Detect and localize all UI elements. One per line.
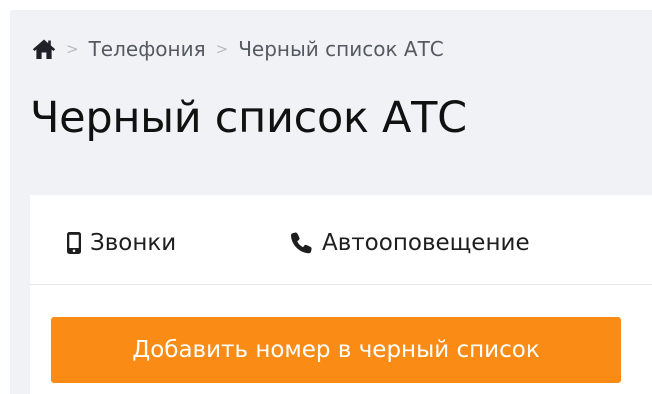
mobile-phone-icon-graphic xyxy=(67,232,81,254)
blacklist-card: Звонки Автооповещение Добавить номер в ч… xyxy=(30,195,652,394)
page-title: Черный список АТС xyxy=(30,93,467,143)
mobile-phone-icon xyxy=(66,231,82,255)
breadcrumb-item-current: Черный список АТС xyxy=(238,37,444,61)
home-icon[interactable] xyxy=(32,38,56,60)
tab-calls[interactable]: Звонки xyxy=(66,225,176,261)
breadcrumb-item-telephony[interactable]: Телефония xyxy=(89,37,206,61)
phone-handset-icon xyxy=(288,230,314,256)
tab-auto-notification-label: Автооповещение xyxy=(322,230,530,256)
breadcrumb-separator: > xyxy=(66,40,79,58)
breadcrumb-separator: > xyxy=(215,40,229,58)
page-content: > Телефония > Черный список АТС Черный с… xyxy=(10,10,652,394)
phone-handset-icon-graphic xyxy=(290,232,312,254)
home-icon-graphic xyxy=(32,39,56,59)
breadcrumb: > Телефония > Черный список АТС xyxy=(32,36,444,62)
tab-auto-notification[interactable]: Автооповещение xyxy=(288,225,530,261)
tab-calls-label: Звонки xyxy=(90,230,177,256)
tab-bar: Звонки Автооповещение xyxy=(30,195,652,285)
add-number-to-blacklist-button[interactable]: Добавить номер в черный список xyxy=(51,317,621,383)
